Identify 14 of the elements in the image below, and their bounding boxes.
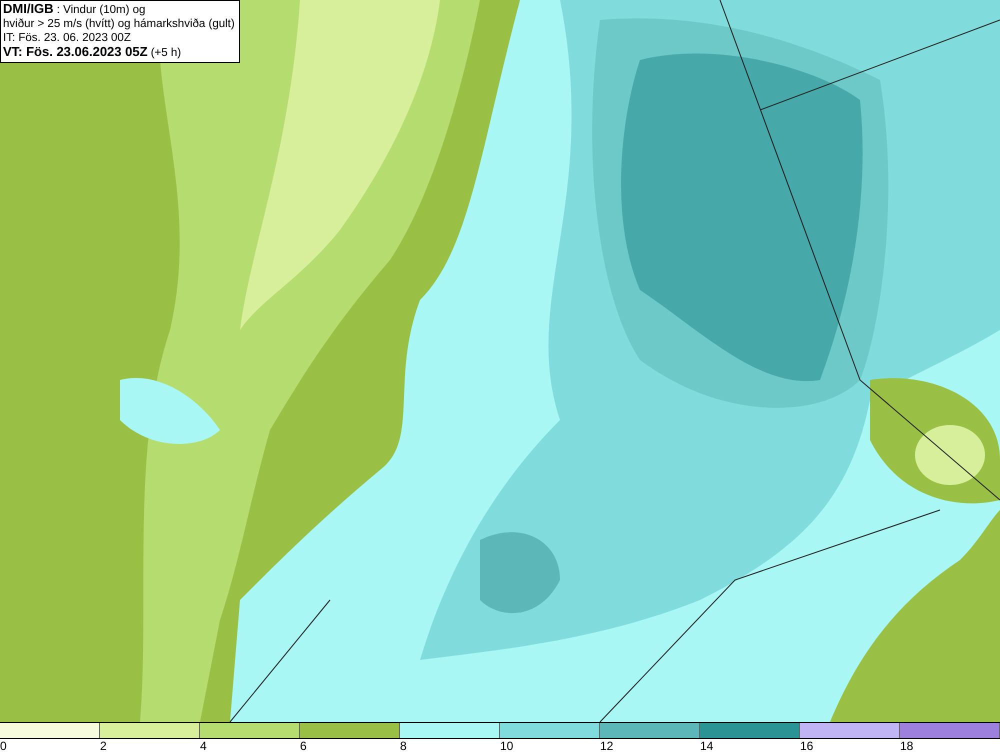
legend-tick-label: 18 <box>900 739 914 753</box>
title-line: VT: Fös. 23.06.2023 05Z (+5 h) <box>3 45 182 60</box>
legend-tick-label: 16 <box>800 739 814 753</box>
legend-tick-label: 14 <box>700 739 714 753</box>
legend-tick-label: 12 <box>600 739 614 753</box>
legend-tick-label: 0 <box>0 739 8 753</box>
legend-tick-label: 6 <box>300 739 308 753</box>
legend-tick-label: 4 <box>200 739 208 753</box>
title-line: DMI/IGB : Vindur (10m) og <box>3 2 146 17</box>
legend-tick-label: 10 <box>500 739 514 753</box>
legend-tick-label: 8 <box>400 739 408 753</box>
title-line: IT: Fös. 23. 06. 2023 00Z <box>3 31 132 45</box>
legend-tick-label: 2 <box>100 739 108 753</box>
title-line: hviður > 25 m/s (hvítt) og hámarkshviða (gult) <box>3 17 235 31</box>
